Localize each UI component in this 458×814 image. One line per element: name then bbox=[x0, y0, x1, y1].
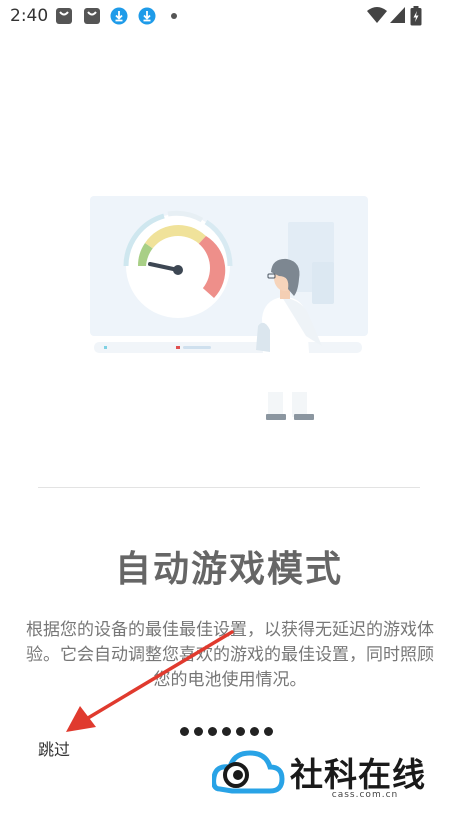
feature-description: 根据您的设备的最佳最佳设置，以获得无延迟的游戏体验。它会自动调整您喜欢的游戏的最… bbox=[26, 620, 434, 690]
page-dot bbox=[250, 727, 259, 736]
page-dot bbox=[236, 727, 245, 736]
page-title: 自动游戏模式 bbox=[114, 549, 343, 590]
divider bbox=[38, 487, 420, 488]
page-dot bbox=[222, 727, 231, 736]
speedometer-illustration bbox=[123, 210, 233, 318]
watermark-domain: cass.com.cn bbox=[331, 790, 399, 800]
page-dot bbox=[264, 727, 273, 736]
page-dot bbox=[180, 727, 189, 736]
page-indicator bbox=[180, 727, 273, 736]
hero-illustration bbox=[90, 196, 368, 420]
page-dot bbox=[208, 727, 217, 736]
watermark-brand: 社科在线 bbox=[290, 755, 426, 794]
page-dot bbox=[194, 727, 203, 736]
skip-button[interactable]: 跳过 bbox=[38, 736, 70, 760]
